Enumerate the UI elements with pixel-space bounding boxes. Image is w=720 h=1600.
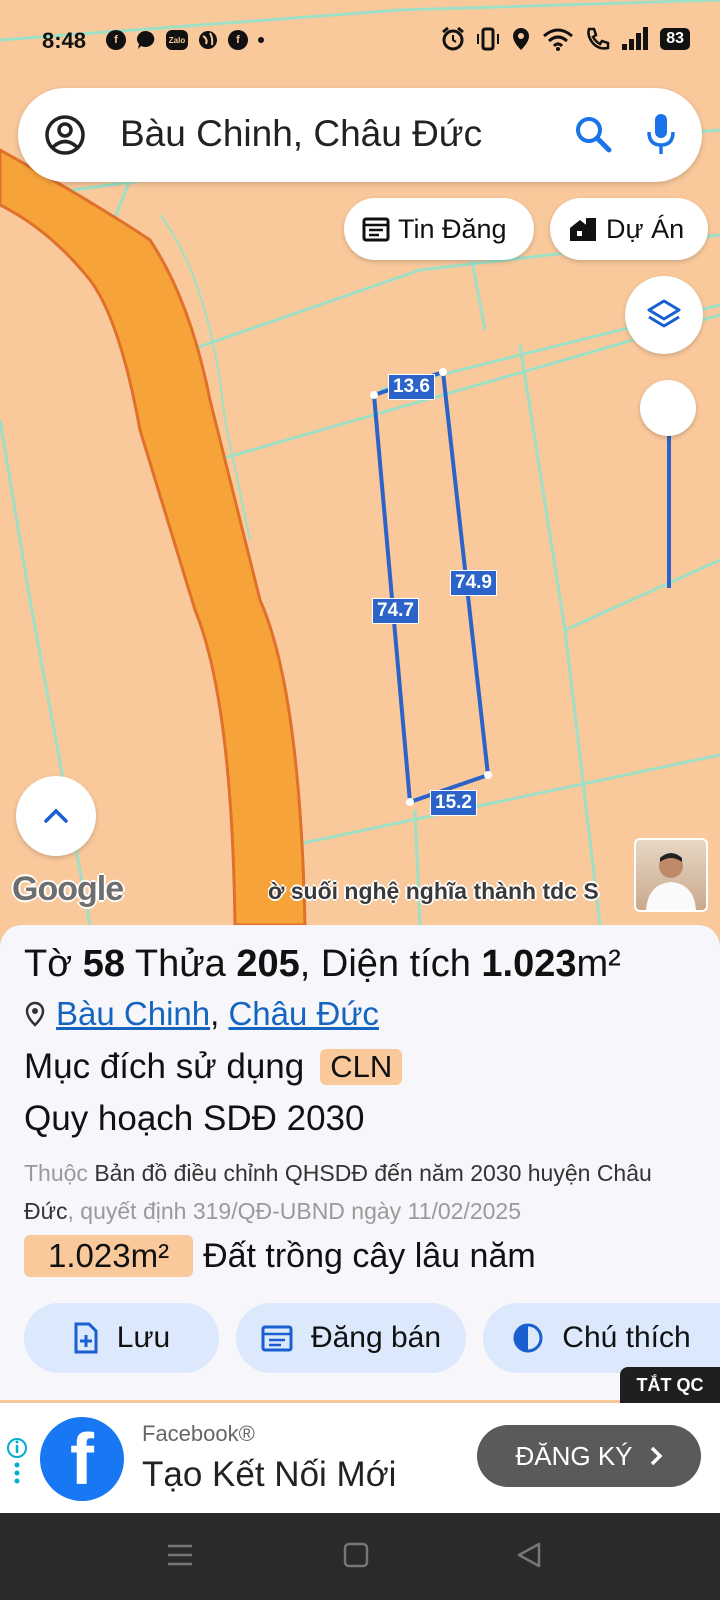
planning-decision: , quyết định 319/QĐ-UBND ngày 11/02/2025 [67,1198,521,1224]
map-pin-icon [25,1001,45,1027]
dimension-bottom-label: 15.2 [430,790,477,816]
facebook-icon-2: f [228,30,248,50]
save-button[interactable]: Lưu [24,1303,219,1373]
post-sale-button[interactable]: Đăng bán [236,1303,466,1373]
expand-panel-button[interactable] [16,776,96,856]
close-ad-button[interactable]: TẮT QC [620,1367,720,1403]
notification-icons: f Zalo f [106,30,264,50]
road-label: ờ suối nghệ nghĩa thành tdc S [268,878,599,904]
dimension-right-label: 74.9 [450,570,497,596]
save-button-label: Lưu [116,1321,171,1354]
ad-signup-label: ĐĂNG KÝ [515,1440,633,1471]
dimension-left-label: 74.7 [372,598,419,624]
building-icon [570,218,596,241]
status-time: 8:48 [42,28,87,53]
land-type-row: 1.023m² Đất trồng cây lâu năm [24,1235,536,1277]
status-bar: 8:48 f Zalo f 83 [0,0,720,80]
layers-button[interactable] [625,276,703,354]
search-query[interactable]: Bàu Chinh, Châu Đức [120,113,482,155]
save-file-icon [74,1322,98,1354]
legend-button-label: Chú thích [562,1321,691,1354]
listing-form-icon [261,1325,293,1352]
zalo-icon: Zalo [166,30,188,50]
desc-prefix: Thuộc [24,1160,88,1186]
land-use-code-badge: CLN [320,1049,403,1085]
ad-banner[interactable]: f Facebook® Tạo Kết Nối Mới ĐĂNG KÝ [0,1403,720,1513]
sheet-number: 58 [82,943,125,985]
account-icon[interactable] [44,114,86,156]
ad-info-icon[interactable] [6,1437,28,1487]
land-type-label: Đất trồng cây lâu năm [203,1236,536,1275]
projects-chip[interactable]: Dự Án [550,198,708,260]
planning-description: Thuộc Bản đồ điều chỉnh QHSDĐ đến năm 20… [24,1154,704,1230]
home-icon[interactable] [343,1541,369,1569]
recent-apps-icon[interactable] [166,1541,194,1569]
area-value: 1.023 [481,943,577,985]
messenger-icon [137,31,155,49]
vibrate-icon [477,27,500,51]
back-icon[interactable] [515,1541,543,1569]
listings-chip-label: Tin Đăng [398,213,507,244]
alarm-icon [442,26,465,51]
ad-signup-button[interactable]: ĐĂNG KÝ [477,1425,701,1487]
parcel-label: Thửa [134,943,226,985]
listings-chip[interactable]: Tin Đăng [344,198,534,260]
sheet-label: Tờ [24,943,73,985]
dot-icon [258,37,264,43]
facebook-icon: f [106,30,126,50]
system-icons: 83 [440,26,690,52]
commune-link[interactable]: Bàu Chinh [56,995,210,1032]
ad-brand: Facebook® [142,1421,255,1446]
dimension-top-label: 13.6 [388,374,435,400]
post-sale-button-label: Đăng bán [310,1321,442,1354]
battery-indicator: 83 [660,28,690,50]
planning-title: Quy hoạch SDĐ 2030 [24,1099,365,1138]
layers-icon [647,299,681,328]
area-label: Diện tích [320,943,471,985]
opacity-slider-handle[interactable] [640,380,696,436]
listings-icon [362,217,390,242]
wifi-icon [543,28,574,51]
projects-chip-label: Dự Án [606,213,685,244]
area-unit: m² [576,943,621,985]
avatar-person-image [646,853,696,910]
location-icon [513,28,530,50]
contrast-icon [513,1323,543,1353]
search-bar[interactable]: Bàu Chinh, Châu Đức [18,88,702,182]
microphone-icon[interactable] [646,112,676,156]
land-area-badge: 1.023m² [24,1235,194,1277]
district-link[interactable]: Châu Đức [228,995,378,1032]
location-row: Bàu Chinh, Châu Đức [24,995,379,1033]
chevron-right-icon [650,1446,662,1466]
parcel-info-panel: Tờ 58 Thửa 205, Diện tích 1.023m² Bàu Ch… [0,925,720,1400]
user-avatar[interactable] [634,838,708,912]
land-use-row: Mục đích sử dụng CLN [24,1047,403,1087]
system-nav-bar [0,1513,720,1600]
search-icon[interactable] [574,115,612,153]
signal-icon [622,27,649,50]
call-icon [587,27,610,50]
parcel-number: 205 [236,943,300,985]
google-logo: Google [12,870,124,908]
ad-title: Tạo Kết Nối Mới [142,1455,397,1494]
chevron-up-icon [44,808,68,823]
facebook-logo-icon: f [40,1417,124,1501]
legend-button[interactable]: Chú thích [483,1303,720,1373]
globe-icon [199,31,217,49]
parcel-title: Tờ 58 Thửa 205, Diện tích 1.023m² [24,943,621,985]
land-use-label: Mục đích sử dụng [24,1047,305,1086]
